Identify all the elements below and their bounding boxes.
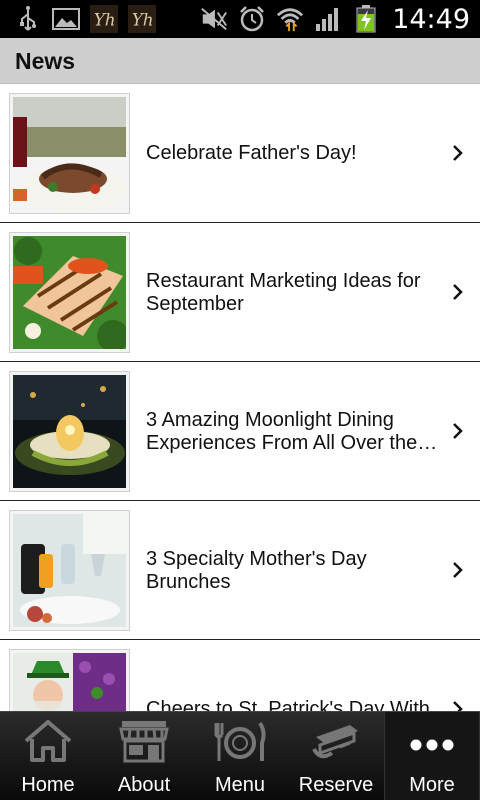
plate-cutlery-icon	[212, 718, 268, 764]
news-item[interactable]: 3 Specialty Mother's Day Brunches	[0, 501, 480, 640]
news-item[interactable]: Restaurant Marketing Ideas for September	[0, 223, 480, 362]
svg-text:Yh: Yh	[132, 10, 154, 30]
status-bar: Yh Yh 14:49	[0, 0, 480, 38]
chevron-right-icon	[453, 423, 463, 439]
news-thumbnail	[9, 232, 130, 353]
news-thumbnail	[9, 649, 130, 711]
home-icon	[20, 718, 76, 764]
st-patricks-image	[13, 653, 126, 711]
reserve-icon	[308, 718, 364, 764]
news-title: 3 Specialty Mother's Day Brunches	[146, 547, 367, 593]
brunch-table-image	[13, 514, 126, 627]
news-list[interactable]: Celebrate Father's Day! Restaurant Marke…	[0, 84, 480, 711]
tab-menu[interactable]: Menu	[192, 712, 288, 800]
signal-icon	[314, 5, 342, 33]
status-time: 14:49	[392, 3, 470, 35]
app-logo-icon: Yh	[90, 5, 118, 33]
bottom-tab-bar: Home About Menu Reserve More	[0, 711, 480, 800]
tab-label: About	[117, 774, 171, 796]
news-title: Restaurant Marketing Ideas for September	[146, 269, 421, 315]
page-header: News	[0, 38, 480, 84]
news-item[interactable]: Cheers to St. Patrick's Day With	[0, 640, 480, 711]
news-title: Cheers to St. Patrick's Day With	[146, 698, 430, 711]
page-title: News	[15, 48, 76, 74]
news-thumbnail	[9, 371, 130, 492]
alarm-icon	[238, 5, 266, 33]
usb-icon	[14, 5, 42, 33]
battery-charging-icon	[352, 5, 380, 33]
gallery-icon	[52, 5, 80, 33]
app-logo-icon: Yh	[128, 5, 156, 33]
news-thumbnail	[9, 510, 130, 631]
tab-more[interactable]: More	[384, 712, 480, 800]
grilled-chicken-image	[13, 236, 126, 349]
more-dots-icon	[404, 718, 460, 764]
chevron-right-icon	[453, 284, 463, 300]
tab-label: Menu	[214, 774, 266, 796]
wifi-icon	[276, 5, 304, 33]
news-item[interactable]: Celebrate Father's Day!	[0, 84, 480, 223]
tab-label: Home	[21, 774, 75, 796]
news-title: 3 Amazing Moonlight Dining Experiences F…	[146, 408, 418, 454]
chevron-right-icon	[453, 701, 463, 711]
chevron-right-icon	[453, 562, 463, 578]
chevron-right-icon	[453, 145, 463, 161]
tab-home[interactable]: Home	[0, 712, 96, 800]
tab-about[interactable]: About	[96, 712, 192, 800]
tab-label: More	[409, 774, 455, 796]
svg-text:Yh: Yh	[94, 10, 116, 30]
news-title: Celebrate Father's Day!	[146, 142, 357, 164]
tab-reserve[interactable]: Reserve	[288, 712, 384, 800]
lamb-dish-image	[13, 97, 126, 210]
moonlight-table-image	[13, 375, 126, 488]
mute-icon	[200, 5, 228, 33]
news-item[interactable]: 3 Amazing Moonlight Dining Experiences F…	[0, 362, 480, 501]
tab-label: Reserve	[298, 774, 374, 796]
news-thumbnail	[9, 93, 130, 214]
storefront-icon	[116, 718, 172, 764]
